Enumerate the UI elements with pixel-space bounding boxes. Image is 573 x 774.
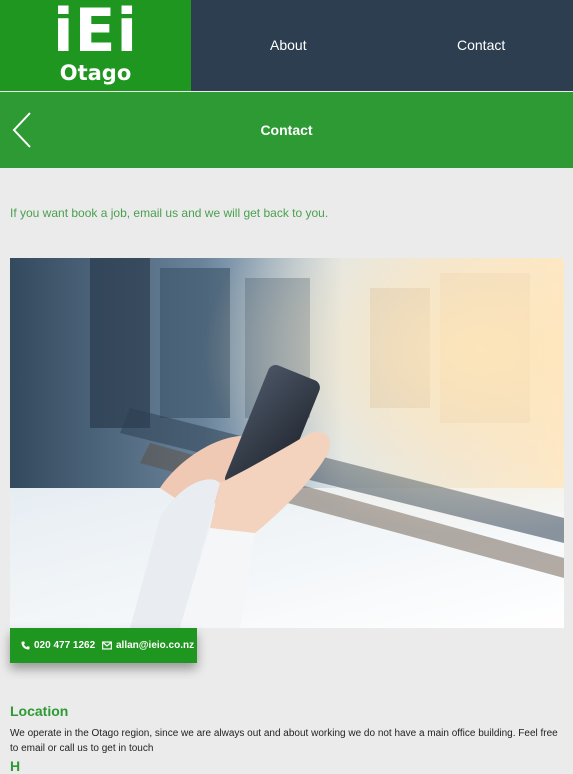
back-button[interactable] xyxy=(8,110,42,150)
contact-bar: 020 477 1262 allan@ieio.co.nz xyxy=(10,628,197,663)
page-titlebar: Contact xyxy=(0,92,573,168)
nav-contact-link[interactable]: Contact xyxy=(457,0,505,91)
envelope-icon xyxy=(102,641,112,650)
top-navbar: iEi Otago About Contact xyxy=(0,0,573,91)
logo[interactable]: iEi Otago xyxy=(0,0,191,91)
location-text: We operate in the Otago region, since we… xyxy=(10,728,558,754)
contact-phone[interactable]: 020 477 1262 xyxy=(21,628,95,663)
logo-subtitle: Otago xyxy=(59,61,132,85)
hero-photo xyxy=(10,258,564,628)
page-title: Contact xyxy=(260,122,313,138)
nav-about-link[interactable]: About xyxy=(270,0,307,91)
contact-email[interactable]: allan@ieio.co.nz xyxy=(102,628,194,663)
phone-icon xyxy=(21,641,30,650)
logo-mark: iEi xyxy=(52,0,139,66)
contact-phone-text: 020 477 1262 xyxy=(34,640,96,651)
location-heading: Location xyxy=(10,703,69,719)
chevron-left-icon xyxy=(12,112,31,148)
intro-text: If you want book a job, email us and we … xyxy=(10,206,329,220)
next-section-heading: H xyxy=(10,758,21,774)
contact-email-text: allan@ieio.co.nz xyxy=(116,640,195,651)
